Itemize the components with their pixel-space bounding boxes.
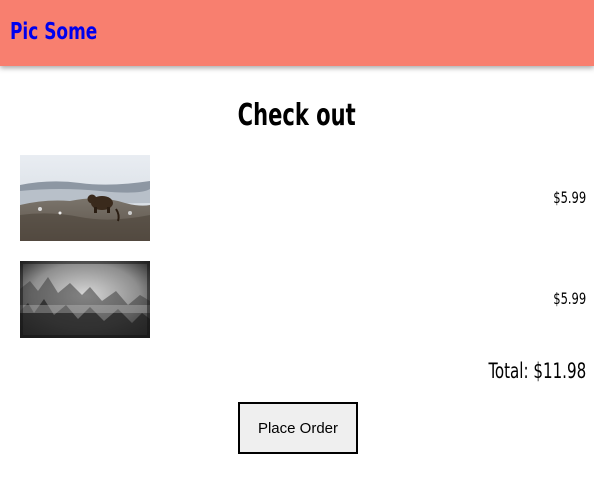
order-total: Total: $11.98: [488, 359, 586, 383]
cart-item: $5.99: [20, 155, 586, 241]
cart-item-price: $5.99: [553, 289, 586, 308]
cart-item-image: [20, 155, 150, 241]
cart-item-image: [20, 261, 150, 338]
cart-item-price: $5.99: [553, 188, 586, 207]
place-order-button[interactable]: Place Order: [238, 402, 358, 454]
page-title-text: Check out: [237, 98, 357, 133]
app-header: Pic Some: [0, 0, 594, 66]
brand-link[interactable]: Pic Some: [10, 18, 97, 46]
bear-photo: [20, 155, 150, 241]
misty-forest-photo: [20, 261, 150, 338]
page-title: Check out: [0, 96, 594, 136]
cart-item: $5.99: [20, 261, 586, 338]
